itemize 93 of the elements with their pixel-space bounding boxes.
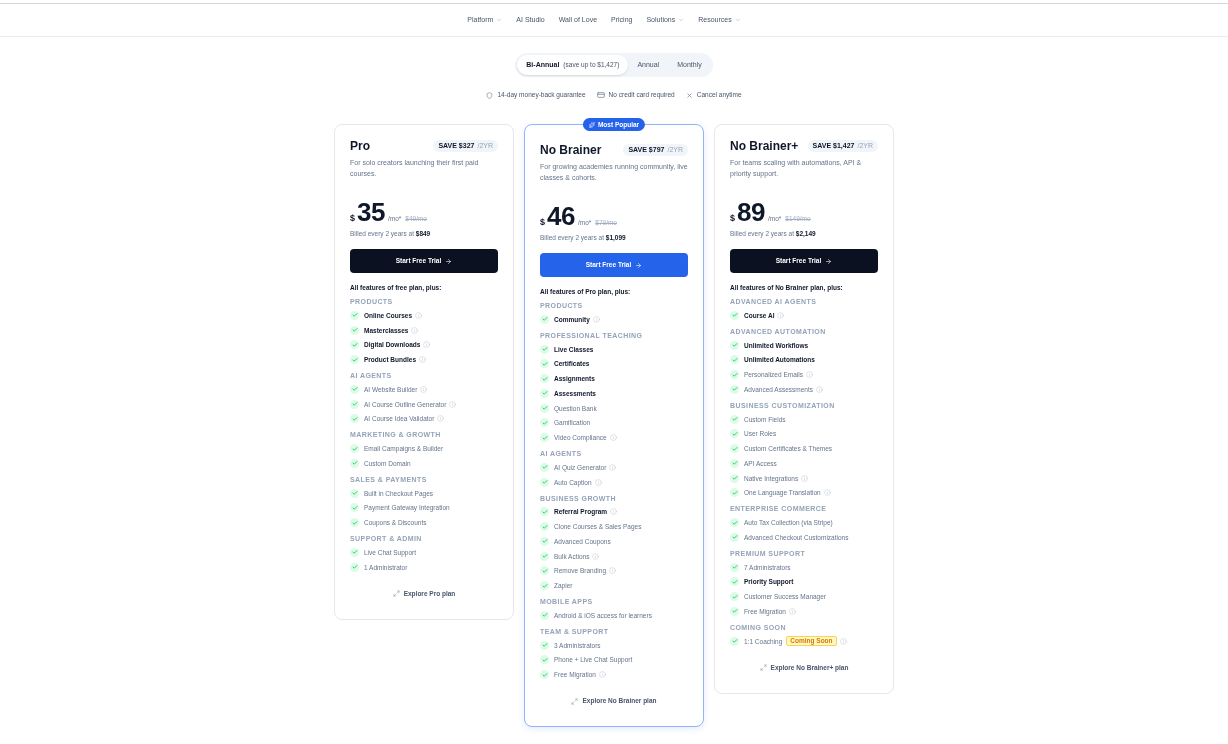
info-icon[interactable]: [839, 637, 847, 645]
check-icon: [730, 340, 739, 350]
credit-card-icon: [596, 91, 605, 99]
info-icon[interactable]: [437, 415, 445, 423]
check-icon: [730, 355, 739, 365]
check-icon: [540, 670, 549, 680]
plan-title: No Brainer: [540, 143, 602, 157]
price-amount: 89: [737, 199, 765, 225]
check-icon: [730, 444, 739, 454]
expand-icon: [571, 697, 579, 705]
shield-icon: [486, 91, 494, 99]
check-icon: [540, 433, 549, 443]
info-icon[interactable]: [449, 400, 457, 408]
info-icon[interactable]: [411, 326, 419, 334]
check-icon: [350, 310, 359, 320]
info-icon[interactable]: [419, 356, 426, 364]
check-icon: [730, 562, 739, 572]
check-icon: [540, 640, 549, 650]
check-icon: [540, 551, 549, 561]
info-icon[interactable]: [415, 311, 423, 319]
info-icon[interactable]: [420, 385, 428, 393]
price-amount: 46: [547, 203, 575, 229]
info-icon[interactable]: [609, 567, 617, 575]
check-icon: [730, 592, 739, 602]
check-icon: [350, 355, 359, 365]
check-icon: [730, 606, 739, 616]
check-icon: [350, 325, 359, 335]
info-icon[interactable]: [598, 671, 606, 679]
arrow-right-icon: [635, 261, 643, 269]
info-icon[interactable]: [788, 607, 796, 615]
check-icon: [350, 399, 359, 409]
info-icon[interactable]: [592, 315, 600, 323]
plan-title: No Brainer+: [730, 139, 799, 153]
check-icon: [730, 370, 739, 380]
check-icon: [540, 374, 549, 384]
arrow-right-icon: [825, 257, 833, 265]
expand-icon: [759, 664, 767, 671]
check-icon: [350, 414, 359, 424]
check-icon: [540, 507, 549, 517]
check-icon: [730, 414, 739, 424]
check-icon: [350, 488, 359, 498]
check-icon: [350, 518, 359, 528]
expand-icon: [392, 590, 400, 597]
check-icon: [540, 314, 549, 324]
check-icon: [730, 488, 739, 498]
info-icon[interactable]: [801, 474, 809, 482]
check-icon: [540, 581, 549, 591]
check-icon: [350, 547, 359, 557]
plan-title: Pro: [350, 139, 370, 153]
close-icon: [685, 91, 693, 99]
currency-symbol: $: [540, 216, 545, 229]
check-icon: [540, 477, 549, 487]
check-icon: [540, 418, 549, 428]
check-icon: [730, 458, 739, 468]
check-icon: [350, 340, 359, 350]
check-icon: [540, 462, 549, 472]
check-icon: [540, 566, 549, 576]
info-icon[interactable]: [592, 552, 600, 560]
check-icon: [540, 403, 549, 413]
check-icon: [350, 444, 359, 454]
check-icon: [730, 636, 739, 646]
check-icon: [540, 344, 549, 354]
info-icon[interactable]: [816, 385, 823, 393]
currency-symbol: $: [350, 212, 355, 225]
check-icon: [540, 359, 549, 369]
info-icon[interactable]: [823, 489, 831, 497]
check-icon: [540, 655, 549, 665]
check-icon: [730, 310, 739, 320]
check-icon: [540, 610, 549, 620]
sparkles-icon: [588, 121, 595, 128]
info-icon[interactable]: [610, 508, 618, 516]
info-icon[interactable]: [609, 434, 617, 442]
check-icon: [350, 503, 359, 513]
check-icon: [350, 562, 359, 572]
info-icon[interactable]: [609, 463, 617, 471]
check-icon: [540, 536, 549, 546]
check-icon: [730, 532, 739, 542]
check-icon: [730, 429, 739, 439]
info-icon[interactable]: [594, 478, 602, 486]
check-icon: [730, 473, 739, 483]
currency-symbol: $: [730, 212, 735, 225]
check-icon: [350, 458, 359, 468]
check-icon: [540, 522, 549, 532]
check-icon: [730, 518, 739, 528]
check-icon: [540, 388, 549, 398]
check-icon: [730, 577, 739, 587]
check-icon: [730, 384, 739, 394]
arrow-right-icon: [445, 257, 453, 265]
info-icon[interactable]: [423, 341, 431, 349]
info-icon[interactable]: [777, 311, 785, 319]
price-amount: 35: [357, 199, 385, 225]
check-icon: [350, 384, 359, 394]
info-icon[interactable]: [805, 371, 813, 379]
